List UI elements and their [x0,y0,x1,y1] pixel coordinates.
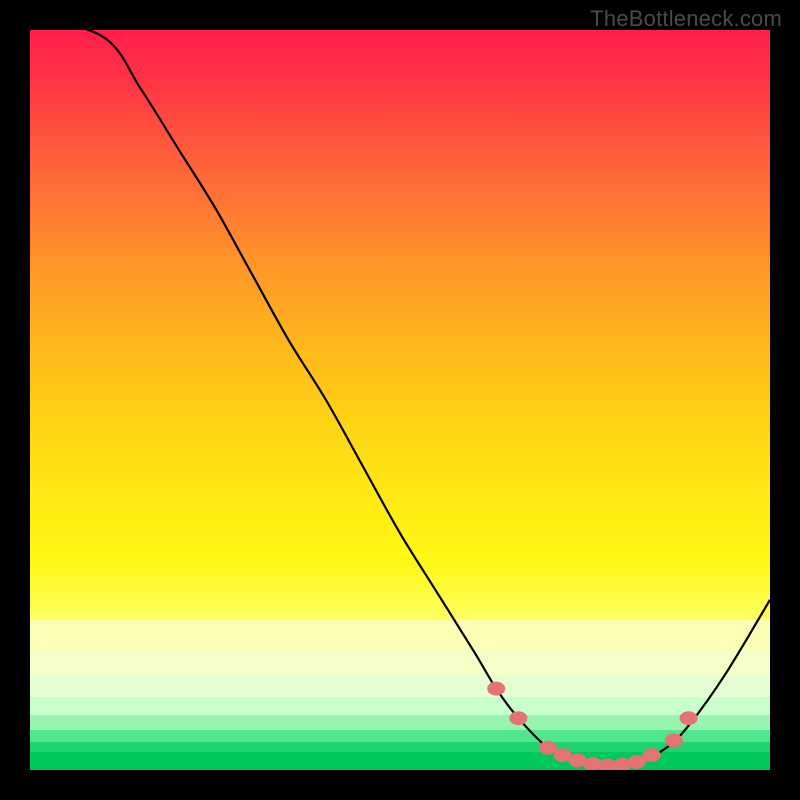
data-marker [643,748,661,762]
data-marker [665,733,683,747]
plot-area [30,30,770,770]
bottleneck-curve [30,30,770,766]
curve-markers [487,682,697,770]
data-marker [539,741,557,755]
data-marker [509,711,527,725]
data-marker [680,711,698,725]
watermark-text: TheBottleneck.com [590,6,782,32]
data-marker [487,682,505,696]
chart-svg [30,30,770,770]
